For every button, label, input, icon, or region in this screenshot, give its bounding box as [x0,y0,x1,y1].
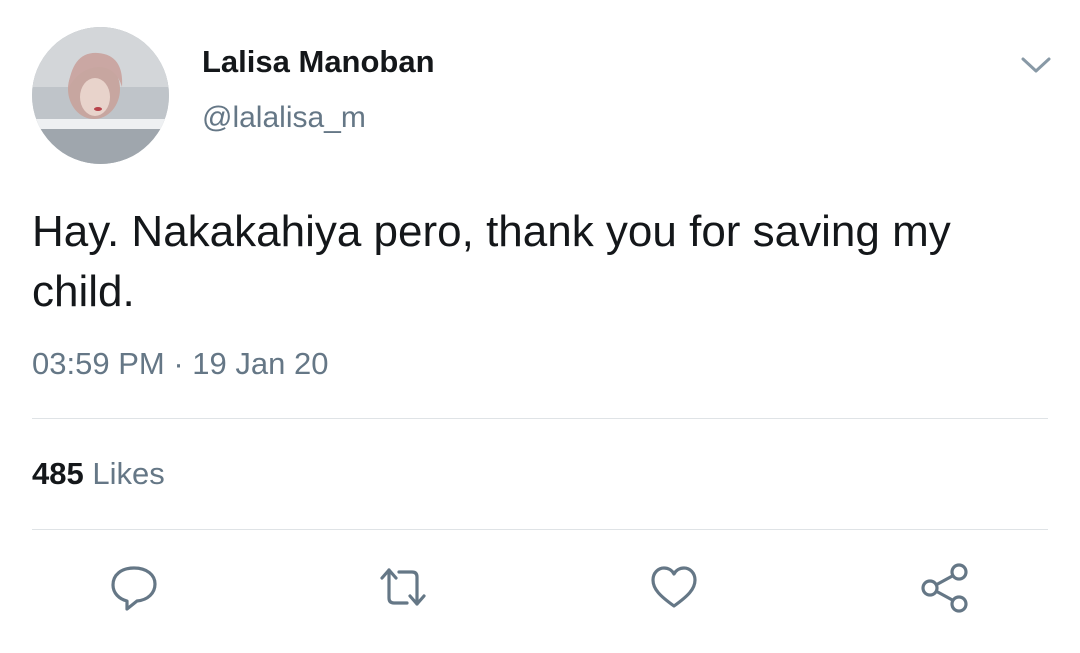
retweet-arrows-icon [380,568,426,606]
heart-icon [651,566,697,608]
share-nodes-icon [921,563,968,613]
profile-photo-icon [32,27,169,164]
like-button[interactable] [648,562,700,614]
meta-separator: · [173,346,184,381]
tweet-date: 19 Jan 20 [192,346,329,381]
chevron-down-icon[interactable] [1019,52,1053,78]
likes-stat[interactable]: 485 Likes [32,456,165,492]
divider [32,418,1048,419]
divider [32,529,1048,530]
avatar[interactable] [32,27,169,164]
tweet-text: Hay. Nakakahiya pero, thank you for savi… [32,207,951,316]
likes-label: Likes [92,456,165,491]
tweet-time: 03:59 PM [32,346,165,381]
reply-button[interactable] [108,562,160,614]
tweet-card: Lalisa Manoban @lalalisa_m Hay. Nakakahi… [0,0,1080,653]
tweet-timestamp[interactable]: 03:59 PM · 19 Jan 20 [32,346,328,382]
retweet-button[interactable] [377,562,429,614]
speech-bubble-icon [111,566,157,611]
user-handle[interactable]: @lalalisa_m [202,101,366,135]
likes-count: 485 [32,456,84,491]
display-name[interactable]: Lalisa Manoban [202,44,435,80]
share-button[interactable] [918,562,970,614]
